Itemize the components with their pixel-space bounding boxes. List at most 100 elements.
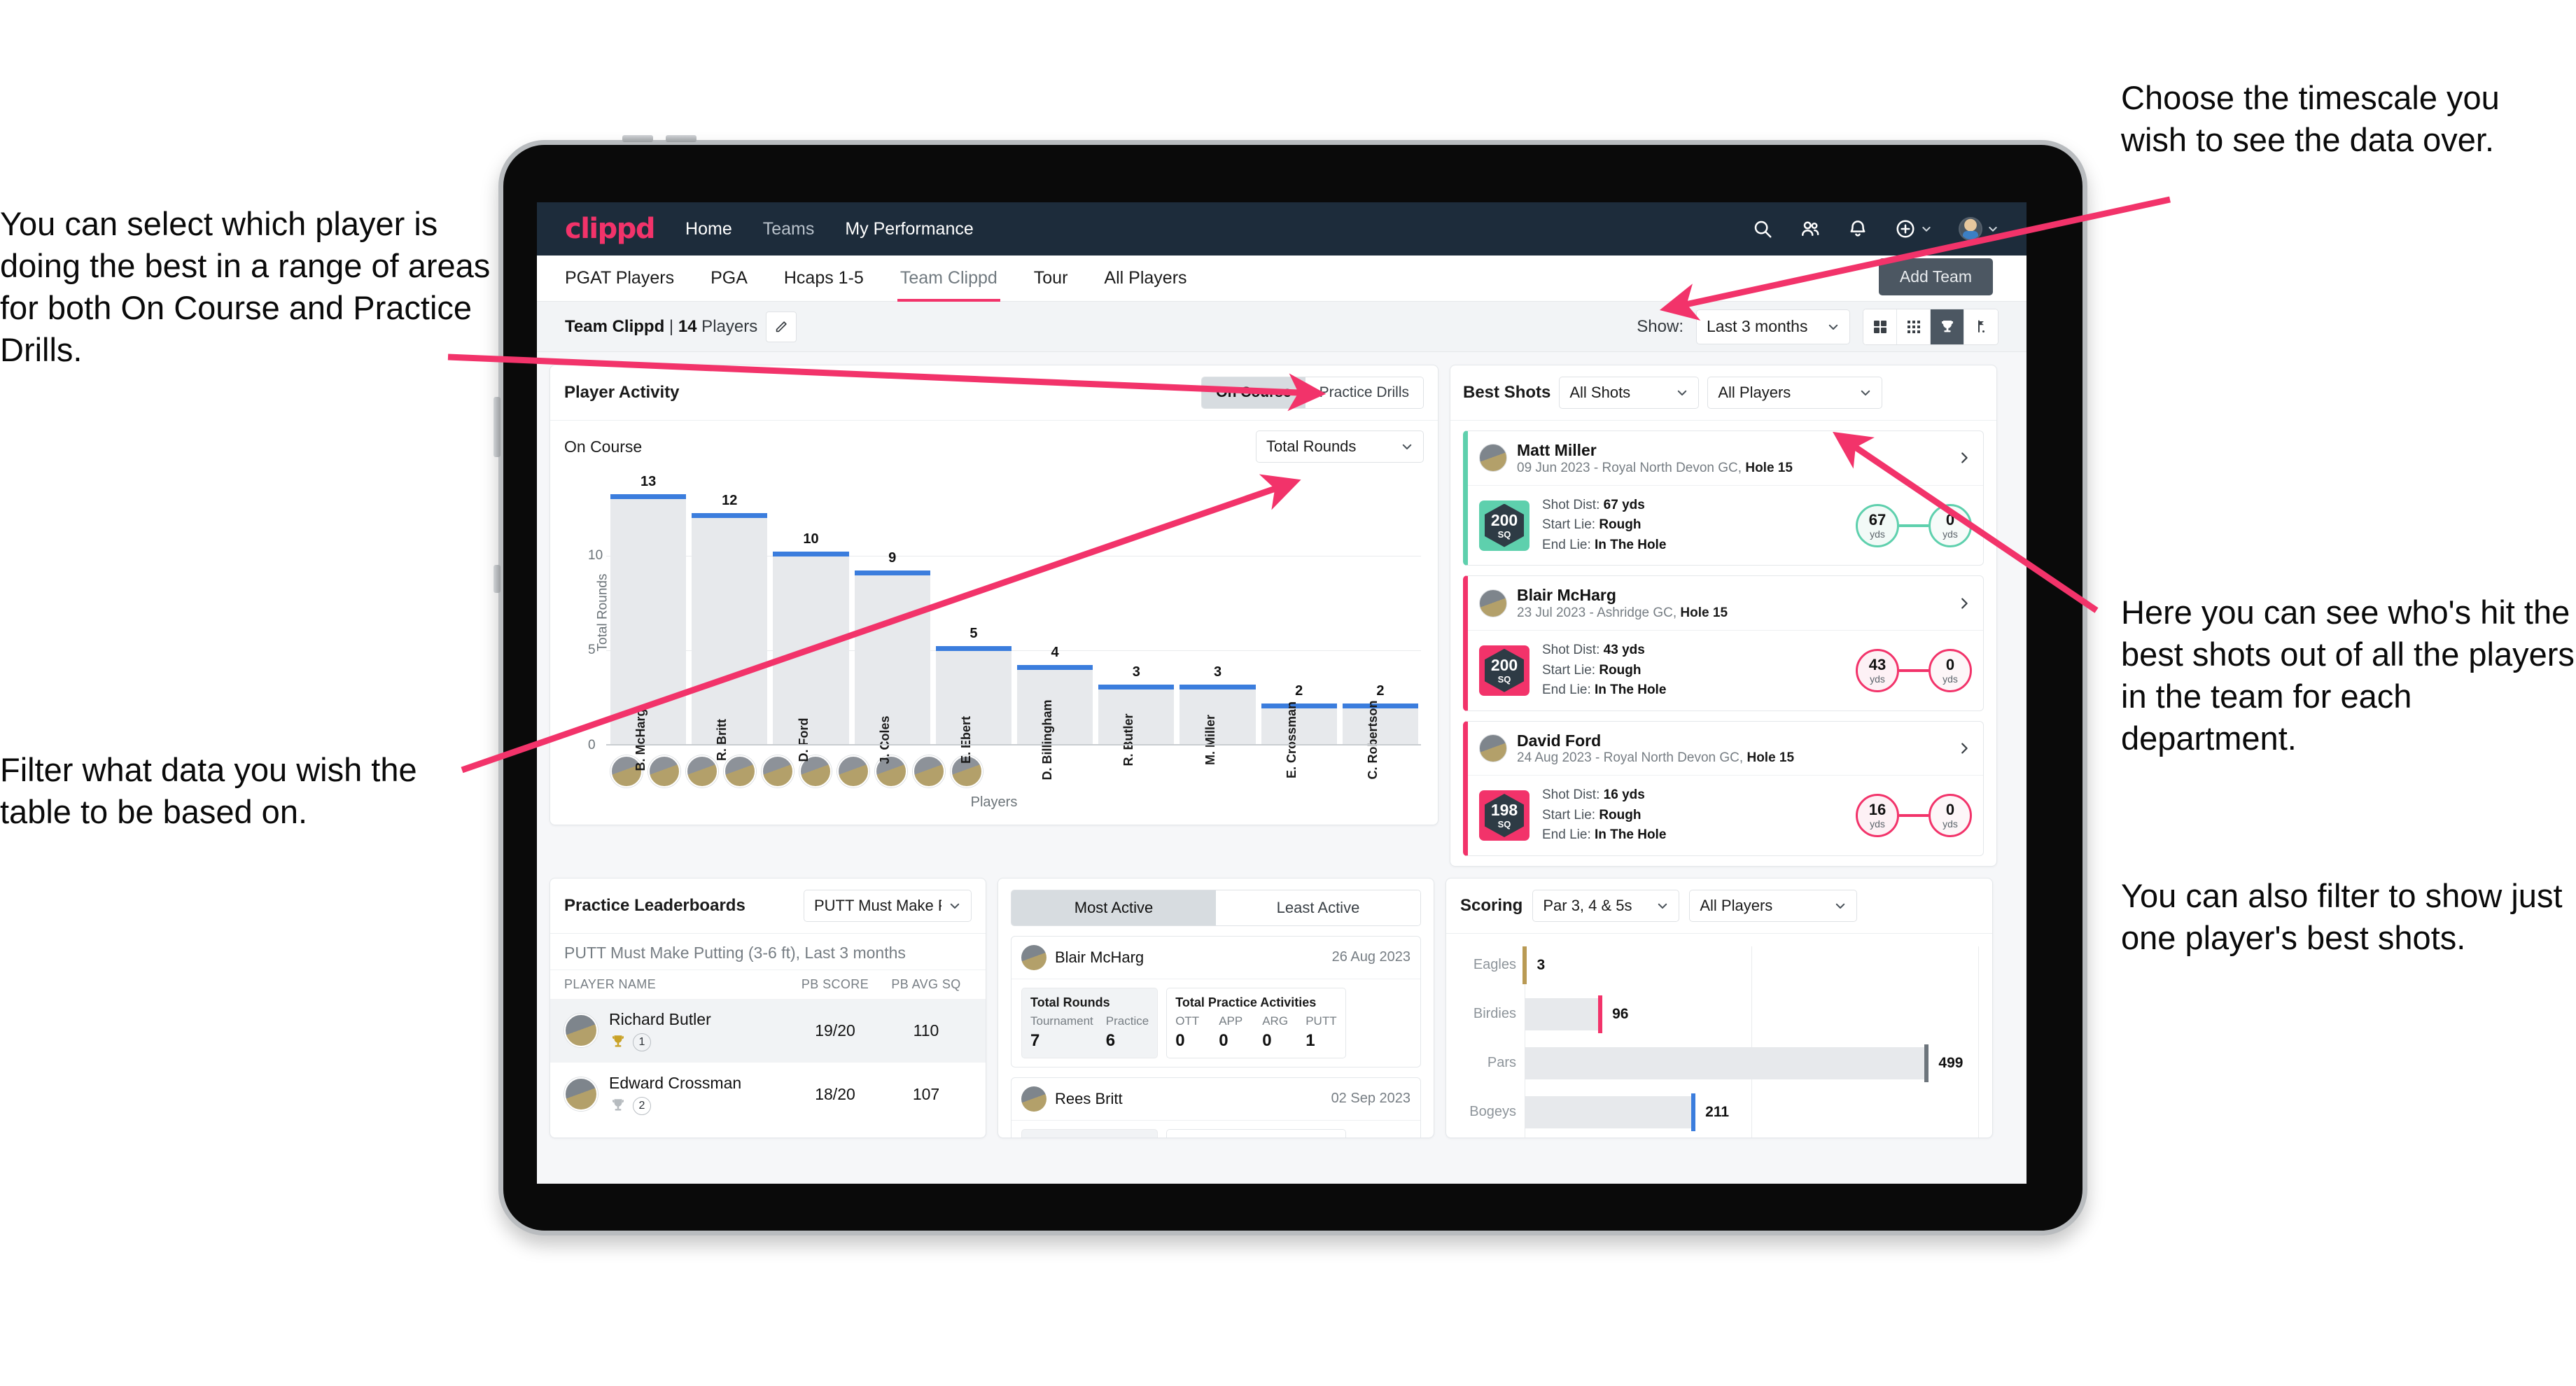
add-menu-group[interactable]	[1895, 218, 1932, 239]
player-avatar[interactable]	[686, 755, 718, 788]
chevron-right-icon[interactable]	[1956, 741, 1972, 756]
player-avatar[interactable]	[913, 755, 945, 788]
rounds-stat: Practice 6	[1106, 1014, 1149, 1051]
player-avatar[interactable]	[762, 755, 794, 788]
bar: D. Ford	[773, 551, 849, 762]
scoring-value: 211	[1705, 1103, 1730, 1120]
y-tick-label: 5	[588, 643, 596, 658]
plus-circle-icon[interactable]	[1895, 218, 1916, 239]
tab-hcaps-1-5[interactable]: Hcaps 1-5	[784, 255, 864, 302]
bar-column[interactable]: 4 D. Billingham	[1017, 479, 1093, 780]
best-shot-item[interactable]: David Ford 24 Aug 2023 - Royal North Devo…	[1463, 720, 1984, 856]
segment-on-course[interactable]: On Course	[1202, 377, 1306, 408]
dots-grid-view-button[interactable]	[1897, 309, 1931, 344]
best-shot-body: 198 SQ Shot Dist: 16 yds Start Lie: Rough En…	[1468, 776, 1983, 855]
best-shot-header: Blair McHarg 23 Jul 2023 - Ashridge GC, H…	[1468, 576, 1983, 631]
activity-item-body: Total Rounds Tournament 7 Practice 6 Total Pr…	[1011, 979, 1420, 1067]
tab-pgat-players[interactable]: PGAT Players	[565, 255, 674, 302]
avatar[interactable]	[1959, 217, 1982, 241]
hexagon-icon: 200 SQ	[1485, 648, 1524, 692]
avatar	[1479, 444, 1507, 472]
practice-leaderboards-card: Practice Leaderboards PUTT Must Make Put…	[550, 877, 986, 1138]
golf-flag-view-button[interactable]	[1964, 309, 1998, 344]
tab-tour[interactable]: Tour	[1034, 255, 1068, 302]
account-menu-group[interactable]	[1959, 217, 1998, 241]
best-shot-item[interactable]: Blair McHarg 23 Jul 2023 - Ashridge GC, H…	[1463, 575, 1984, 711]
tab-all-players[interactable]: All Players	[1104, 255, 1186, 302]
segment-practice-drills[interactable]: Practice Drills	[1305, 377, 1423, 408]
edit-team-button[interactable]	[766, 311, 797, 342]
scoring-row[interactable]: Eagles 3	[1460, 946, 1978, 984]
scoring-category-label: Eagles	[1473, 957, 1516, 973]
chevron-down-icon[interactable]	[1921, 223, 1932, 234]
activity-item[interactable]: Rees Britt 02 Sep 2023 Total RoundsTournam…	[1011, 1077, 1421, 1138]
people-icon[interactable]	[1800, 218, 1821, 239]
bar-column[interactable]: 5 E. Ebert	[935, 479, 1012, 764]
leaderboard-badges: 1	[609, 1032, 790, 1051]
tab-most-active[interactable]: Most Active	[1011, 890, 1216, 925]
activity-item-header: Rees Britt 02 Sep 2023	[1011, 1078, 1420, 1121]
scoring-row[interactable]: Birdies 96	[1460, 995, 1978, 1033]
rounds-stat-label: Practice	[1105, 1014, 1149, 1028]
best-shots-player-select[interactable]: All Players	[1707, 377, 1883, 409]
trophy-icon	[612, 1099, 624, 1111]
tab-pga[interactable]: PGA	[710, 255, 748, 302]
bar-cap	[610, 494, 687, 500]
nav-link-home[interactable]: Home	[685, 219, 732, 239]
drill-select[interactable]: PUTT Must Make Putting ...	[804, 889, 972, 922]
chevron-down-icon[interactable]	[1987, 223, 1998, 234]
metric-select[interactable]: Total Rounds	[1256, 430, 1424, 463]
bar-column[interactable]: 3 M. Miller	[1180, 479, 1256, 765]
annotation-right-middle: Here you can see who's hit the best shot…	[2121, 594, 2575, 757]
bar-category-label: J. Coles	[877, 715, 892, 764]
bar-column[interactable]: 12 R. Britt	[692, 479, 768, 761]
nav-link-teams[interactable]: Teams	[763, 219, 815, 239]
tab-team-clippd[interactable]: Team Clippd	[897, 255, 1000, 302]
distance-to-value: 0	[1945, 510, 1955, 528]
trophy-view-button[interactable]	[1931, 309, 1964, 344]
scoring-player-select-value: All Players	[1700, 896, 1773, 914]
activity-item[interactable]: Blair McHarg 26 Aug 2023 Total Rounds Tourn…	[1011, 935, 1421, 1068]
bar-column[interactable]: 10 D. Ford	[773, 479, 849, 762]
bar-column[interactable]: 9 J. Coles	[854, 479, 930, 764]
scoring-player-select[interactable]: All Players	[1689, 889, 1858, 922]
period-select[interactable]: Last 3 months	[1696, 309, 1850, 344]
distance-visual: 16 yds 0 yds	[1856, 794, 1972, 837]
bar-column[interactable]: 13 B. McHarg	[610, 474, 687, 771]
search-icon[interactable]	[1752, 218, 1773, 239]
show-label: Show:	[1637, 316, 1684, 336]
bar-column[interactable]: 2 C. Robertson	[1342, 479, 1419, 780]
chevron-right-icon[interactable]	[1956, 596, 1972, 611]
scoring-category-label: Bogeys	[1469, 1104, 1516, 1120]
player-avatar[interactable]	[648, 755, 680, 788]
pb-score-value: 18/20	[815, 1084, 855, 1103]
bar-cap	[935, 646, 1012, 652]
grid-view-button[interactable]	[1863, 309, 1897, 344]
clippd-logo[interactable]: clippd	[565, 213, 656, 245]
dashboard-row-bottom: Practice Leaderboards PUTT Must Make Put…	[550, 877, 2014, 1138]
par-select[interactable]: Par 3, 4 & 5s	[1532, 889, 1680, 922]
bar-column[interactable]: 2 E. Crossman	[1261, 479, 1337, 778]
best-shot-body: 200 SQ Shot Dist: 67 yds Start Lie: Rough En…	[1468, 486, 1983, 565]
scoring-row[interactable]: Pars 499	[1460, 1044, 1978, 1082]
rounds-stat-label: Tournament	[1030, 1014, 1093, 1028]
avatar	[1479, 589, 1507, 617]
rounds-stat: Tournament 7	[1030, 1014, 1093, 1051]
player-activity-title: Player Activity	[564, 383, 680, 402]
player-avatar[interactable]	[837, 755, 869, 788]
scoring-row[interactable]: Bogeys 211	[1460, 1093, 1978, 1131]
bar: J. Coles	[854, 570, 930, 764]
chevron-right-icon[interactable]	[1956, 450, 1972, 465]
bar-column[interactable]: 3 R. Butler	[1098, 479, 1175, 766]
leaderboard-row[interactable]: Edward Crossman 2 18/20 107	[550, 1063, 986, 1126]
tab-least-active[interactable]: Least Active	[1216, 890, 1420, 925]
rounds-stat-value: 6	[1105, 1030, 1116, 1050]
leaderboard-row[interactable]: Richard Butler 1 19/20 110	[550, 998, 986, 1063]
leaderboard-subtitle-light: Last 3 months	[800, 943, 906, 962]
best-shot-item[interactable]: Matt Miller 09 Jun 2023 - Royal North Dev…	[1463, 430, 1984, 566]
bell-icon[interactable]	[1847, 218, 1868, 239]
add-team-button[interactable]: Add Team	[1878, 258, 1993, 295]
total-practice-box: Total Practice Activities OTT 0 APP 0 ARG 0 PUT…	[1166, 987, 1346, 1058]
shot-type-select[interactable]: All Shots	[1559, 377, 1700, 409]
nav-link-my-performance[interactable]: My Performance	[845, 219, 973, 239]
